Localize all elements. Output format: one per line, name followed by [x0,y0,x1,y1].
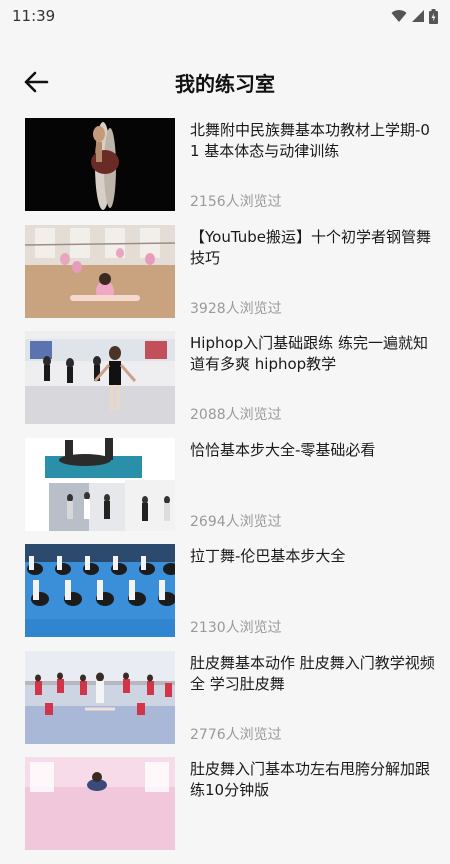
view-count: 3928人浏览过 [190,300,282,317]
page-title: 我的练习室 [175,72,275,96]
view-count: 2156人浏览过 [190,194,282,210]
view-count: 2088人浏览过 [190,407,282,423]
video-thumbnail[interactable] [25,118,175,211]
video-thumbnail[interactable] [25,224,175,318]
video-item[interactable]: 拉丁舞-伦巴基本步大全 2130人浏览过 [25,544,435,637]
video-thumbnail[interactable] [25,650,175,744]
video-title: 北舞附中民族舞基本功教材上学期-01 基本体态与动律训练 [190,121,430,160]
wifi-icon [391,10,407,22]
video-item[interactable]: Hiphop入门基础跟练 练完一遍就知道有多爽 hiphop教学 2088人浏览… [25,331,435,424]
view-count: 2694人浏览过 [190,513,282,530]
video-title: 拉丁舞-伦巴基本步大全 [190,547,346,565]
video-item[interactable]: 恰恰基本步大全-零基础必看 2694人浏览过 [25,437,435,531]
video-thumbnail[interactable] [25,757,175,850]
video-item[interactable]: 北舞附中民族舞基本功教材上学期-01 基本体态与动律训练 2156人浏览过 [25,118,435,211]
video-title: 肚皮舞基本动作 肚皮舞入门教学视频全 学习肚皮舞 [190,653,435,693]
video-thumbnail[interactable] [25,331,175,424]
video-title: Hiphop入门基础跟练 练完一遍就知道有多爽 hiphop教学 [190,334,428,373]
view-count: 2130人浏览过 [190,620,282,636]
signal-icon [412,10,424,22]
video-thumbnail[interactable] [25,437,175,531]
header: 我的练习室 [0,56,450,108]
video-title: 恰恰基本步大全-零基础必看 [190,440,376,459]
status-time: 11:39 [12,7,56,25]
status-bar: 11:39 [0,0,450,32]
video-item[interactable]: 肚皮舞入门基本功左右甩胯分解加跟练10分钟版 [25,757,435,850]
video-list: 北舞附中民族舞基本功教材上学期-01 基本体态与动律训练 2156人浏览过 【Y… [25,118,435,864]
battery-icon [429,8,438,24]
video-title: 肚皮舞入门基本功左右甩胯分解加跟练10分钟版 [190,760,431,799]
video-item[interactable]: 肚皮舞基本动作 肚皮舞入门教学视频全 学习肚皮舞 2776人浏览过 [25,650,435,744]
status-icons [391,8,438,24]
view-count: 2776人浏览过 [190,726,282,743]
video-title: 【YouTube搬运】十个初学者钢管舞技巧 [190,227,431,267]
video-item[interactable]: 【YouTube搬运】十个初学者钢管舞技巧 3928人浏览过 [25,224,435,318]
video-thumbnail[interactable] [25,544,175,637]
